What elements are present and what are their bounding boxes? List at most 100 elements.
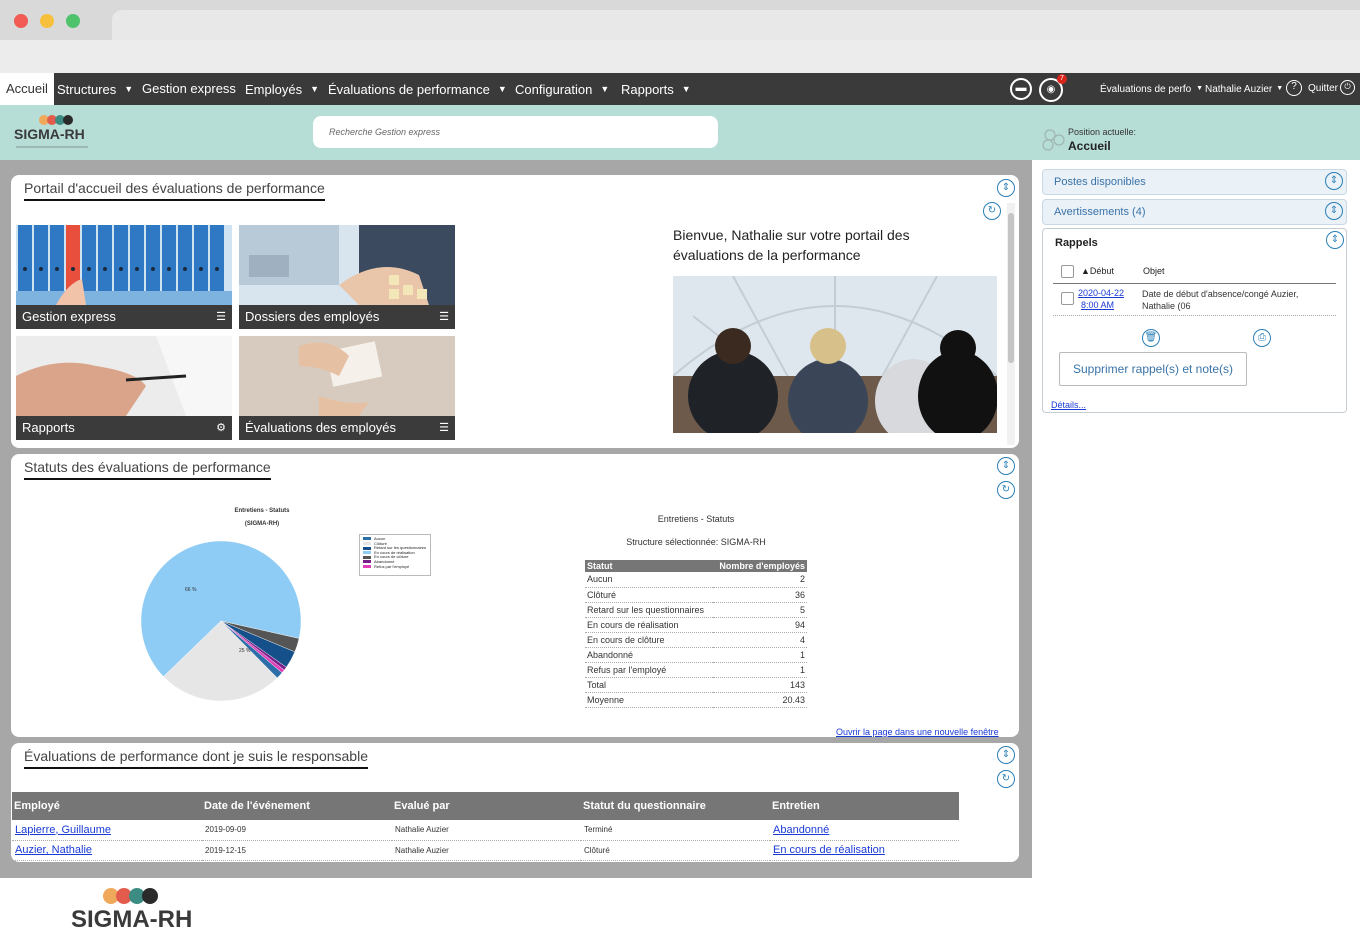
window-minimize-dot[interactable] bbox=[40, 14, 54, 28]
count-cell: 1 bbox=[712, 647, 807, 663]
sigma-logo[interactable]: SIGMA-RH bbox=[14, 113, 94, 153]
welcome-text: Bienvue, Nathalie sur votre portail des … bbox=[673, 227, 910, 263]
legend-swatch bbox=[363, 560, 371, 564]
context-menu[interactable]: Évaluations de perfo ▼ bbox=[1100, 73, 1203, 105]
column-header: Nombre d'employés bbox=[712, 560, 807, 572]
user-menu-label: Nathalie Auzier bbox=[1205, 84, 1273, 95]
column-header[interactable]: Employé bbox=[12, 792, 202, 820]
nav-gestion-express[interactable]: Gestion express bbox=[142, 73, 236, 105]
nav-evaluations[interactable]: Évaluations de performance ▼ bbox=[328, 73, 507, 105]
window-maximize-dot[interactable] bbox=[66, 14, 80, 28]
count-cell: 36 bbox=[712, 587, 807, 603]
chart-subtitle: (SIGMA-RH) bbox=[244, 521, 280, 527]
list-icon: ☰ bbox=[439, 422, 449, 434]
evaluator-cell: Nathalie Auzier bbox=[392, 820, 581, 841]
reminder-time-link[interactable]: 8:00 AM bbox=[1081, 300, 1114, 310]
collapse-icon[interactable]: ⇕ bbox=[1326, 231, 1344, 249]
help-icon[interactable]: ? bbox=[1286, 80, 1302, 96]
column-header[interactable]: Evalué par bbox=[392, 792, 581, 820]
search-input[interactable]: Recherche Gestion express bbox=[313, 116, 718, 148]
employee-link[interactable]: Auzier, Nathalie bbox=[15, 844, 92, 856]
legend-swatch bbox=[363, 551, 371, 555]
scrollbar-thumb[interactable] bbox=[1008, 213, 1014, 363]
divider bbox=[1053, 283, 1336, 284]
nav-structures[interactable]: Structures ▼ bbox=[57, 73, 133, 105]
responsible-title: Évaluations de performance dont je suis … bbox=[24, 748, 368, 769]
structure-label: Structure sélectionnée: SIGMA-RH bbox=[626, 537, 766, 547]
refresh-icon[interactable]: ↻ bbox=[997, 481, 1015, 499]
nav-rapports[interactable]: Rapports ▼ bbox=[621, 73, 691, 105]
reminder-checkbox[interactable] bbox=[1061, 292, 1074, 305]
panel-label: Postes disponibles bbox=[1054, 176, 1146, 188]
legend-swatch bbox=[363, 537, 371, 541]
quit-button[interactable]: Quitter bbox=[1308, 73, 1338, 105]
user-menu[interactable]: Nathalie Auzier ▼ bbox=[1205, 73, 1283, 105]
nav-accueil[interactable]: Accueil bbox=[0, 73, 54, 105]
count-cell: 20.43 bbox=[712, 692, 807, 708]
statuses-title: Statuts des évaluations de performance bbox=[24, 459, 271, 480]
tile-dossiers-employes[interactable]: Dossiers des employés ☰ bbox=[239, 225, 455, 329]
tile-label: Gestion express bbox=[16, 305, 232, 329]
collapse-icon[interactable]: ⇕ bbox=[997, 179, 1015, 197]
nav-configuration[interactable]: Configuration ▼ bbox=[515, 73, 609, 105]
legend-item: Refus par l'employé bbox=[363, 564, 427, 570]
count-cell: 2 bbox=[712, 572, 807, 588]
footer bbox=[0, 878, 1360, 940]
scrollbar[interactable] bbox=[1007, 203, 1015, 445]
table-row: Aucun 2 bbox=[585, 572, 807, 588]
table-row: Lapierre, Guillaume 2019-09-09 Nathalie … bbox=[12, 820, 959, 841]
tile-label: Évaluations des employés bbox=[239, 416, 455, 440]
notification-badge: 7 bbox=[1057, 74, 1067, 84]
context-menu-label: Évaluations de perfo bbox=[1100, 84, 1192, 95]
delete-reminders-button[interactable]: Supprimer rappel(s) et note(s) bbox=[1059, 352, 1247, 386]
pie-slice-label: 66 % bbox=[185, 587, 197, 593]
table-row: Auzier, Nathalie 2019-12-15 Nathalie Auz… bbox=[12, 840, 959, 861]
trash-icon[interactable]: 🗑 bbox=[1142, 329, 1160, 347]
caret-down-icon: ▼ bbox=[1276, 85, 1284, 92]
print-icon[interactable]: ⎙ bbox=[1253, 329, 1271, 347]
avertissements-panel[interactable]: Avertissements (4) ⇕ bbox=[1042, 199, 1347, 225]
employee-link[interactable]: Lapierre, Guillaume bbox=[15, 824, 111, 836]
refresh-icon[interactable]: ↻ bbox=[997, 770, 1015, 788]
list-icon: ☰ bbox=[216, 311, 226, 323]
browser-tab[interactable] bbox=[112, 10, 1360, 40]
table-row: Abandonné 1 bbox=[585, 647, 807, 663]
column-header: Statut bbox=[585, 560, 713, 572]
count-cell: 4 bbox=[712, 632, 807, 648]
tile-rapports[interactable]: Rapports ⚙ bbox=[16, 336, 232, 440]
column-header[interactable]: Entretien bbox=[770, 792, 959, 820]
column-header[interactable]: Date de l'événement bbox=[202, 792, 392, 820]
tile-gestion-express[interactable]: Gestion express ☰ bbox=[16, 225, 232, 329]
interview-link[interactable]: En cours de réalisation bbox=[773, 844, 885, 856]
legend-swatch bbox=[363, 565, 371, 568]
help-symbol: ? bbox=[1291, 81, 1297, 92]
select-all-checkbox[interactable] bbox=[1061, 265, 1074, 278]
tile-evaluations-employes[interactable]: Évaluations des employés ☰ bbox=[239, 336, 455, 440]
expand-icon[interactable]: ⇕ bbox=[1325, 172, 1343, 190]
reminder-date-link[interactable]: 2020-04-22 bbox=[1078, 288, 1124, 298]
details-link[interactable]: Détails... bbox=[1051, 400, 1086, 410]
collapse-icon[interactable]: ⇕ bbox=[997, 457, 1015, 475]
sort-debut-header[interactable]: ▲Début bbox=[1081, 266, 1114, 276]
table-row: Refus par l'employé 1 bbox=[585, 662, 807, 678]
chat-icon[interactable]: ▬ bbox=[1010, 78, 1032, 100]
open-new-window-link[interactable]: Ouvrir la page dans une nouvelle fenêtre bbox=[836, 727, 999, 737]
footer-logo-dots bbox=[103, 888, 158, 904]
interview-link[interactable]: Abandonné bbox=[773, 824, 829, 836]
refresh-icon[interactable]: ↻ bbox=[983, 202, 1001, 220]
collapse-icon[interactable]: ⇕ bbox=[997, 746, 1015, 764]
tile-label: Rapports bbox=[16, 416, 232, 440]
postes-disponibles-panel[interactable]: Postes disponibles ⇕ bbox=[1042, 169, 1347, 195]
window-close-dot[interactable] bbox=[14, 14, 28, 28]
responsible-table-header: Employé Date de l'événement Evalué par S… bbox=[12, 792, 959, 820]
legend-swatch bbox=[363, 542, 371, 546]
nav-label: Configuration bbox=[515, 82, 593, 97]
sort-up-icon: ▲ bbox=[1081, 266, 1090, 276]
divider bbox=[1053, 315, 1336, 316]
status-cell: Total bbox=[585, 677, 713, 693]
column-header[interactable]: Statut du questionnaire bbox=[581, 792, 770, 820]
expand-icon[interactable]: ⇕ bbox=[1325, 202, 1343, 220]
nav-employes[interactable]: Employés ▼ bbox=[245, 73, 319, 105]
status-table-header: Statut Nombre d'employés bbox=[585, 560, 807, 572]
power-icon[interactable]: ⏻ bbox=[1340, 80, 1355, 95]
